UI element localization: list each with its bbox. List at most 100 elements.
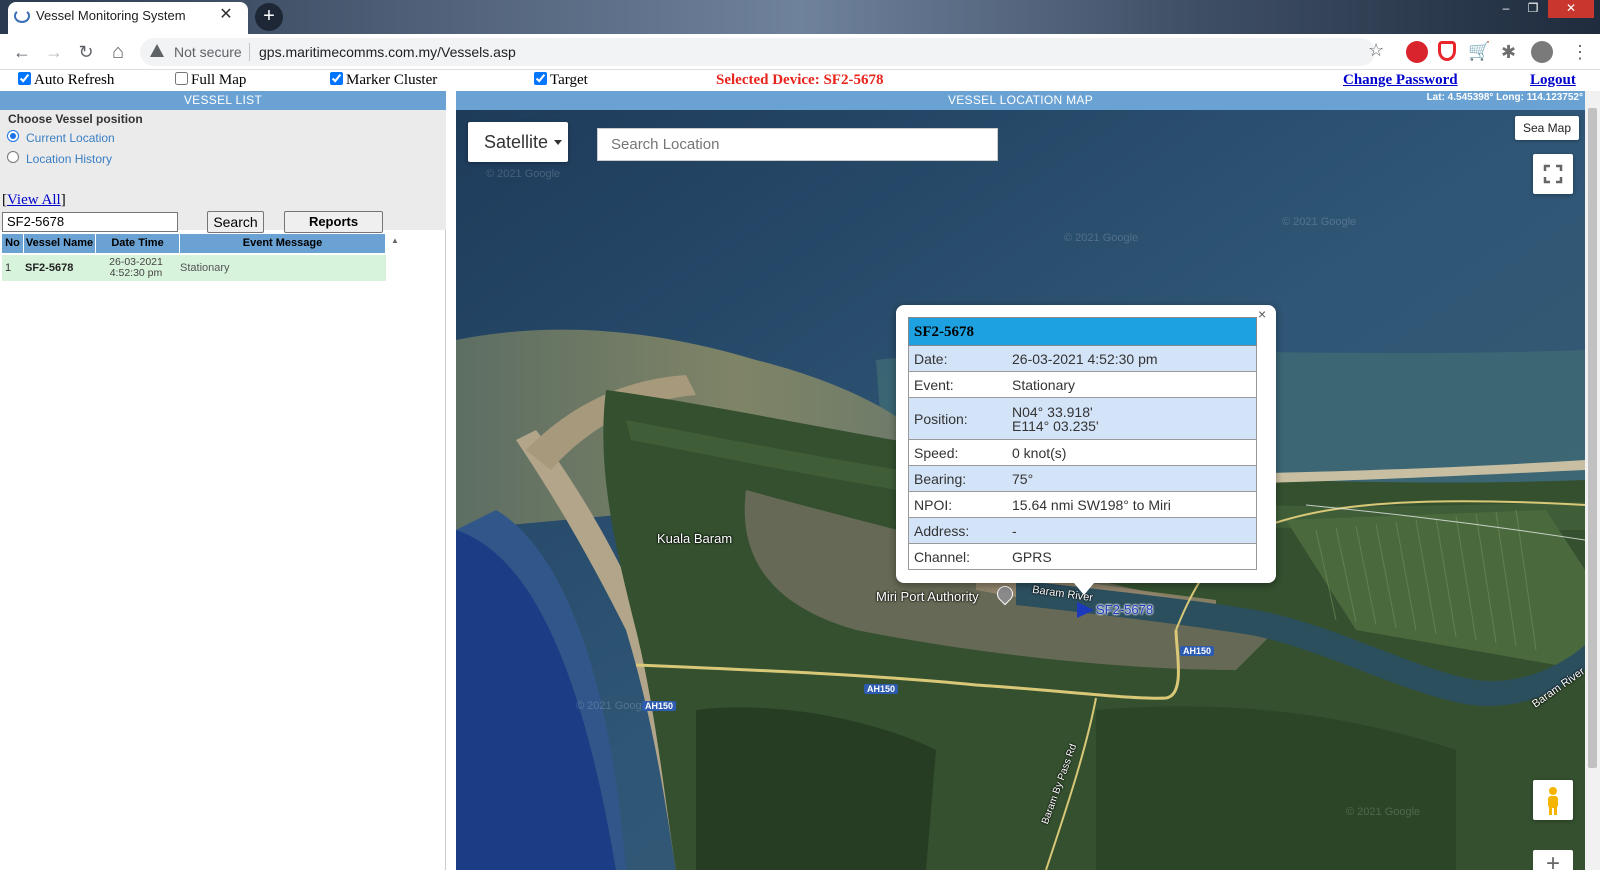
- column-header-event-message: Event Message: [180, 234, 386, 253]
- bookmark-star-icon[interactable]: ☆: [1368, 40, 1384, 61]
- reports-button[interactable]: Reports: [284, 211, 383, 233]
- info-label: Position:: [914, 411, 968, 427]
- search-button[interactable]: Search: [207, 211, 264, 233]
- info-window-title: SF2-5678: [908, 317, 1257, 346]
- map-watermark: © 2021 Google: [576, 700, 651, 712]
- info-row-channel: Channel: GPRS: [908, 544, 1257, 570]
- column-header-vessel-name: Vessel Name: [24, 234, 96, 253]
- view-all-close-bracket: ]: [60, 192, 66, 208]
- current-location-radio[interactable]: [7, 130, 19, 142]
- info-row-npoi: NPOI: 15.64 nmi SW198° to Miri: [908, 492, 1257, 518]
- info-value: N04° 33.918': [1012, 404, 1093, 420]
- page-scrollbar-thumb[interactable]: [1588, 108, 1597, 768]
- reload-icon[interactable]: ↻: [74, 40, 98, 64]
- map-watermark: © 2021 Google: [1346, 806, 1421, 818]
- vessel-marker-label[interactable]: SF2-5678: [1096, 602, 1153, 617]
- vessel-list-scrollbar[interactable]: [388, 234, 404, 870]
- row-date-time: 26-03-2021 4:52:30 pm: [94, 255, 178, 281]
- view-all-link[interactable]: View All: [7, 192, 61, 208]
- location-history-label[interactable]: Location History: [26, 152, 112, 166]
- info-label: Date:: [914, 351, 948, 367]
- chevron-down-icon[interactable]: [554, 140, 562, 145]
- warning-icon: [150, 44, 164, 57]
- location-history-radio[interactable]: [7, 151, 19, 163]
- shield-icon[interactable]: [1438, 41, 1456, 61]
- minimize-button[interactable]: –: [1494, 0, 1518, 18]
- view-all: [View All]: [2, 192, 66, 209]
- forward-icon[interactable]: →: [42, 40, 66, 64]
- logout-link[interactable]: Logout: [1530, 72, 1576, 89]
- info-label: Channel:: [914, 549, 971, 565]
- target-label: Target: [550, 72, 588, 88]
- selected-device-label: Selected Device: SF2-5678: [716, 72, 884, 88]
- target-option[interactable]: Target: [534, 72, 588, 89]
- vessel-marker-icon[interactable]: [1077, 602, 1094, 618]
- map-label-miri-port[interactable]: Miri Port Authority: [876, 589, 979, 604]
- pegman-icon: [1548, 787, 1558, 815]
- full-map-option[interactable]: Full Map: [175, 72, 246, 89]
- info-value: 26-03-2021 4:52:30 pm: [1012, 351, 1158, 367]
- map-watermark: © 2021 Google: [1064, 232, 1139, 244]
- fullscreen-icon: [1543, 164, 1563, 184]
- marker-cluster-label: Marker Cluster: [346, 72, 438, 88]
- sea-map-button[interactable]: Sea Map: [1515, 116, 1579, 140]
- home-icon[interactable]: ⌂: [106, 40, 130, 64]
- puzzle-icon[interactable]: ✱: [1501, 42, 1516, 63]
- maximize-button[interactable]: ❐: [1521, 0, 1545, 18]
- url-separator: [249, 43, 250, 61]
- choose-position-label: Choose Vessel position: [8, 112, 143, 126]
- zoom-in-button[interactable]: +: [1533, 850, 1573, 870]
- back-icon[interactable]: ←: [10, 40, 34, 64]
- auto-refresh-option[interactable]: Auto Refresh: [18, 72, 114, 89]
- auto-refresh-checkbox[interactable]: [18, 72, 31, 85]
- info-window-pointer: [1074, 583, 1094, 595]
- tab-close-icon[interactable]: ✕: [216, 5, 236, 25]
- info-value: Stationary: [1012, 377, 1076, 393]
- target-checkbox[interactable]: [534, 72, 547, 85]
- marker-cluster-option[interactable]: Marker Cluster: [330, 72, 437, 89]
- new-tab-button[interactable]: +: [255, 3, 283, 31]
- full-map-label: Full Map: [191, 72, 247, 88]
- map-watermark: © 2021 Google: [486, 168, 561, 180]
- table-row[interactable]: 1 SF2-5678 26-03-2021 4:52:30 pm Station…: [2, 255, 386, 281]
- info-value: 15.64 nmi SW198° to Miri: [1012, 497, 1171, 513]
- info-label: Event:: [914, 377, 954, 393]
- security-label[interactable]: Not secure: [174, 44, 242, 60]
- browser-menu-icon[interactable]: ⋮: [1568, 40, 1592, 64]
- cart-icon[interactable]: 🛒: [1468, 41, 1490, 62]
- full-map-checkbox[interactable]: [175, 72, 188, 85]
- profile-icon[interactable]: [1531, 41, 1553, 63]
- row-vessel-name[interactable]: SF2-5678: [25, 255, 95, 281]
- tab-title: Vessel Monitoring System: [36, 8, 186, 23]
- panel-divider: [445, 230, 446, 870]
- map-type-dropdown[interactable]: Satellite: [468, 122, 568, 162]
- info-label: Bearing:: [914, 471, 967, 487]
- search-location-input[interactable]: Search Location: [597, 128, 998, 161]
- adblock-icon[interactable]: [1406, 41, 1428, 63]
- fullscreen-button[interactable]: [1533, 154, 1573, 194]
- street-view-pegman-button[interactable]: [1533, 780, 1573, 820]
- road-shield-ah150: AH150: [1180, 646, 1215, 656]
- vessel-list-header: VESSEL LIST: [0, 91, 446, 110]
- vessel-table-header: No Vessel Name Date Time Event Message: [2, 234, 386, 253]
- window-close-button[interactable]: ✕: [1548, 0, 1594, 18]
- info-row-date: Date: 26-03-2021 4:52:30 pm: [908, 346, 1257, 372]
- vessel-search-input[interactable]: SF2-5678: [2, 212, 178, 232]
- scroll-up-arrow-icon[interactable]: ▲: [391, 236, 399, 245]
- info-value-line2: E114° 03.235': [1012, 418, 1099, 434]
- info-row-position: Position: N04° 33.918' E114° 03.235': [908, 398, 1257, 440]
- current-location-label[interactable]: Current Location: [26, 131, 115, 145]
- info-label: Address:: [914, 523, 970, 539]
- map-label-kuala-baram[interactable]: Kuala Baram: [657, 531, 732, 546]
- row-no: 1: [5, 262, 12, 274]
- cursor-latlong-readout: Lat: 4.545398° Long: 114.123752°: [1426, 92, 1583, 103]
- road-shield-ah150: AH150: [864, 684, 899, 694]
- row-time: 4:52:30 pm: [109, 267, 163, 279]
- info-window-close-icon[interactable]: ×: [1258, 306, 1266, 322]
- marker-cluster-checkbox[interactable]: [330, 72, 343, 85]
- row-event: Stationary: [180, 262, 230, 274]
- url-text[interactable]: gps.maritimecomms.com.my/Vessels.asp: [259, 44, 516, 60]
- road-shield-ah150: AH150: [642, 701, 677, 711]
- change-password-link[interactable]: Change Password: [1343, 72, 1458, 89]
- column-header-date-time: Date Time: [96, 234, 180, 253]
